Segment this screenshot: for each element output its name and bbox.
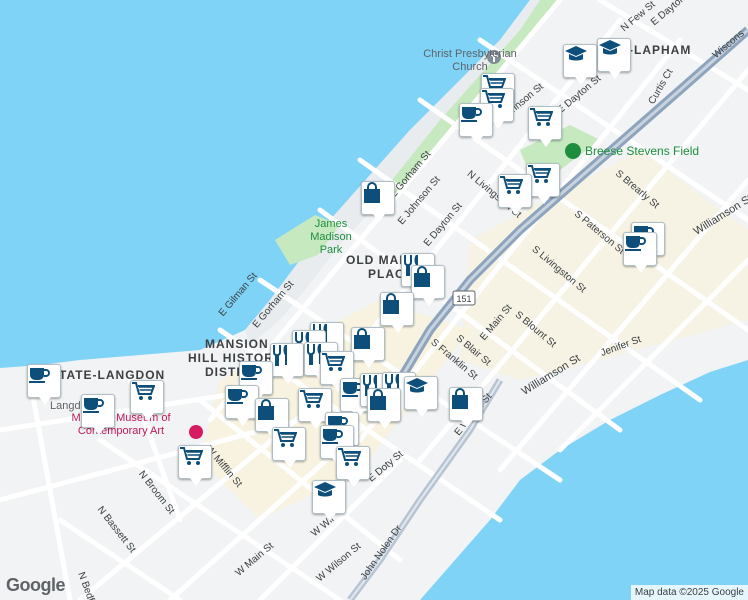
grocery-marker[interactable] xyxy=(272,427,306,468)
school-marker[interactable] xyxy=(597,38,631,79)
grocery-marker[interactable] xyxy=(130,380,164,421)
shopping-marker[interactable] xyxy=(361,181,395,222)
route-151-shield: 151 xyxy=(456,294,471,304)
grocery-marker[interactable] xyxy=(178,445,212,486)
district-mansion-hill-1: MANSION xyxy=(205,337,269,351)
poi-madison-museum[interactable]: Madison Museum of Contemporary Art xyxy=(46,412,196,438)
shopping-marker[interactable] xyxy=(351,327,385,368)
cafe-marker[interactable] xyxy=(459,103,493,144)
cafe-marker[interactable] xyxy=(225,385,259,426)
shopping-marker[interactable] xyxy=(449,387,483,428)
grocery-marker[interactable] xyxy=(498,174,532,215)
map-canvas[interactable]: 151 TENNEY-LAPHAM OLD MARKET PLACE MANSI… xyxy=(0,0,748,600)
restaurant-marker[interactable] xyxy=(270,343,304,384)
school-marker[interactable] xyxy=(312,480,346,521)
cafe-marker[interactable] xyxy=(27,364,61,405)
map-base: 151 xyxy=(0,0,748,600)
shopping-marker[interactable] xyxy=(411,265,445,306)
google-logo: Google xyxy=(6,575,66,595)
grocery-marker[interactable] xyxy=(336,446,370,487)
stadium-icon xyxy=(565,143,581,159)
school-marker[interactable] xyxy=(404,376,438,417)
poi-james-madison-park[interactable]: James Madison Park xyxy=(300,218,362,257)
cafe-marker[interactable] xyxy=(623,232,657,273)
school-marker[interactable] xyxy=(563,44,597,85)
map-attribution[interactable]: Map data ©2025 Google xyxy=(630,585,748,600)
shopping-marker[interactable] xyxy=(367,388,401,429)
poi-breese-stevens-field[interactable]: Breese Stevens Field xyxy=(585,145,699,158)
cafe-marker[interactable] xyxy=(81,394,115,435)
poi-langdon: Langd xyxy=(50,400,81,412)
shopping-marker[interactable] xyxy=(380,292,414,333)
grocery-marker[interactable] xyxy=(528,106,562,147)
poi-christ-presbyterian[interactable]: Christ Presbyterian Church xyxy=(415,48,525,74)
